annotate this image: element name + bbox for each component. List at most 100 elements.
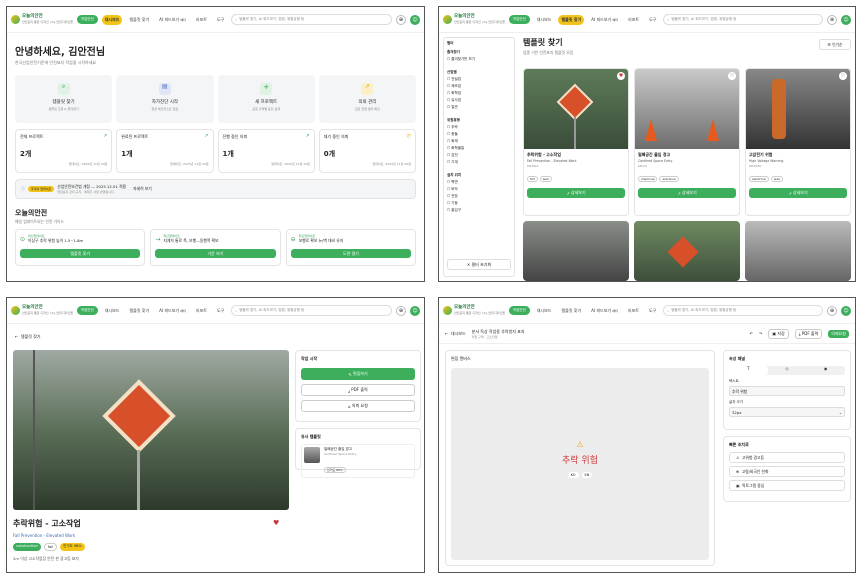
related-item[interactable]: 밀폐공간 출입 경고 Confined Space Entry 인기도 85% [301,444,415,478]
filter-checkbox[interactable]: ☐ 화재 [447,139,511,144]
logo[interactable]: 오늘의안전 안전표지 통합 디자인 | by 안전디자인랩 [11,305,73,315]
heart-icon[interactable]: ♥ [273,519,279,527]
editor-canvas[interactable]: ⚠ 추락 위험 KO EN [451,368,709,560]
search-input[interactable]: ⌕ 템플릿 찾기, AI 피드보기, 법령, 위험유형 등 [663,14,823,25]
nav-dashboard[interactable]: 대시보드 [102,306,123,316]
nav-tools[interactable]: 도구 [646,306,659,316]
nav-ai[interactable]: AI 피드보기 베타 [588,306,621,316]
globe-icon[interactable]: ⊕ [396,305,406,316]
view-detail-button[interactable]: ↗ 상세보기 [527,188,625,198]
mode-badge[interactable]: 작업안전 [508,15,530,24]
quick-templates[interactable]: ⌕ 템플릿 찾기 템플릿 조회 & 즐겨찾기 [15,75,113,123]
filter-checkbox[interactable]: ☐ 전설업 [447,77,511,82]
nav-dashboard[interactable]: 대시보드 [534,306,555,316]
nav-templates[interactable]: 템플릿 찾기 [126,15,152,25]
text-input[interactable]: 추락 위험 [729,386,845,396]
view-detail-button[interactable]: ↗ 상세보기 [638,188,736,198]
nav-tools[interactable]: 도구 [214,306,227,316]
nav-ai[interactable]: AI 피드보기 베타 [588,15,621,25]
reset-filter-button[interactable]: ✕ 필터 초기화 [447,259,511,270]
template-card[interactable]: ♥ 추락위험 - 고소작업 Fall Prevention - Elevated… [523,68,629,216]
template-image[interactable] [523,221,629,281]
search-input[interactable]: ⌕ 템플릿 찾기, AI 피드보기, 법령, 위험유형 등 [231,14,392,25]
request-button[interactable]: ⌂ 의뢰 요청 [301,400,415,412]
nav-report[interactable]: 리포트 [193,306,210,316]
avatar[interactable]: ☺ [841,305,851,316]
redo-icon[interactable]: ↷ [759,331,762,336]
avatar[interactable]: ☺ [410,305,420,316]
heart-icon[interactable]: ♥ [617,72,625,80]
nav-ai[interactable]: AI 피드보기 베타 [156,15,189,25]
globe-icon[interactable]: ⊕ [827,305,837,316]
search-input[interactable]: ⌕ 템플릿 찾기, AI 피드보기, 법령, 위험유형 등 [231,305,392,316]
logo[interactable]: 오늘의안전 안전표지 통합 디자인 | by 안전디자인랩 [11,14,73,24]
sort-dropdown[interactable]: ☰ 인기순 [819,39,851,50]
nav-report[interactable]: 리포트 [625,306,642,316]
filter-checkbox[interactable]: ☐ 추락 [447,125,511,130]
quick-self-check[interactable]: ▤ 자가진단 시작 현장 체크리스트 점검 [116,75,214,123]
nav-report[interactable]: 리포트 [193,15,210,25]
template-card[interactable]: ♡ 고압전기 위험 High Voltage Warning KR-ELEC e… [745,68,851,216]
back-link[interactable]: ← 템플릿 찾기 [15,334,41,340]
filter-checkbox[interactable]: ☐ 유사업 [447,98,511,103]
globe-icon[interactable]: ⊕ [396,14,406,25]
nav-templates[interactable]: 템플릿 찾기 [558,14,585,25]
notice-link[interactable]: 자세히 보기 [133,186,152,192]
font-size-select[interactable]: 32px ⌄ [729,407,845,417]
filter-checkbox[interactable]: ☐ 감전 [447,153,511,158]
globe-icon[interactable]: ⊕ [827,14,837,25]
pdf-button[interactable]: ⤓ PDF 출력 [301,384,415,396]
pdf-button[interactable]: ⤓ PDF 출력 [794,328,823,339]
filter-checkbox[interactable]: ☐ 기둥 [447,201,511,206]
template-card[interactable]: ♡ 밀폐공간 출입 경고 Confined Space Entry KR-CS … [634,68,740,216]
search-input[interactable]: ⌕ 템플릿 찾기, AI 피드보기, 법령, 위험유형 등 [663,305,823,316]
filter-checkbox[interactable]: ☐ 화학업 [447,91,511,96]
undo-icon[interactable]: ↶ [750,331,753,336]
mode-badge[interactable]: 작업안전 [76,15,98,24]
filter-checkbox[interactable]: ☐ 화학물질 [447,146,511,151]
filter-checkbox[interactable]: ☐ 천장 [447,194,511,199]
logo[interactable]: 오늘의안전 안전표지 통합 디자인 | by 안전디자인랩 [443,14,505,24]
color-tab-icon[interactable]: ◉ [806,366,845,375]
view-detail-button[interactable]: ↗ 상세보기 [749,188,847,198]
lang-ko[interactable]: KO [567,472,579,478]
quick-high-risk-button[interactable]: ⚠ 고위험 경고등 [729,452,845,463]
heart-icon[interactable]: ♡ [839,72,847,80]
nav-dashboard[interactable]: 대시보드 [534,15,555,25]
filter-checkbox[interactable]: ☐ 벽면 [447,180,511,185]
avatar[interactable]: ☺ [410,14,420,25]
filter-checkbox[interactable]: ☐ 충돌 [447,132,511,137]
tip-button[interactable]: 도면 열기 [290,249,411,258]
filter-checkbox[interactable]: ☐ 제조업 [447,84,511,89]
mode-badge[interactable]: 작업안전 [76,306,98,315]
quick-new-project[interactable]: + 새 프로젝트 공정 구역별 표지 설계 [217,75,315,123]
template-image[interactable] [634,221,740,281]
nav-tools[interactable]: 도구 [214,15,227,25]
request-button[interactable]: 의뢰요청 [828,329,849,338]
save-button[interactable]: ▣ 저장 [768,328,789,339]
heart-icon[interactable]: ♡ [728,72,736,80]
tip-button[interactable]: 템플릿 찾기 [20,249,141,258]
tip-button[interactable]: 가운 보기 [155,249,276,258]
text-tab-icon[interactable]: T [729,366,768,375]
mode-badge[interactable]: 작업안전 [508,306,530,315]
nav-tools[interactable]: 도구 [646,15,659,25]
nav-templates[interactable]: 템플릿 찾기 [558,306,584,316]
nav-dashboard[interactable]: 대시보드 [101,14,123,25]
template-image[interactable] [745,221,851,281]
logo[interactable]: 오늘의안전 안전표지 통합 디자인 | by 안전디자인랩 [443,305,505,315]
avatar[interactable]: ☺ [841,14,851,25]
nav-report[interactable]: 리포트 [625,15,642,25]
lang-en[interactable]: EN [581,472,593,478]
filter-checkbox[interactable]: ☐ 즐겨찾기만 보기 [447,57,511,62]
nav-ai[interactable]: AI 피드보기 베타 [156,306,189,316]
quick-pictogram-button[interactable]: ▣ 픽토그램 중심 [729,480,845,491]
filter-checkbox[interactable]: ☐ 기계 [447,160,511,165]
quick-requests[interactable]: ↗ 의뢰 관리 검토 진행 결과 확인 [318,75,416,123]
nav-templates[interactable]: 템플릿 찾기 [126,306,152,316]
back-link[interactable]: ← 대시보드 [445,331,466,337]
filter-checkbox[interactable]: ☐ 출입구 [447,208,511,213]
shape-tab-icon[interactable]: ◇ [768,366,807,375]
filter-checkbox[interactable]: ☐ 바닥 [447,187,511,192]
filter-checkbox[interactable]: ☐ 일반 [447,105,511,110]
